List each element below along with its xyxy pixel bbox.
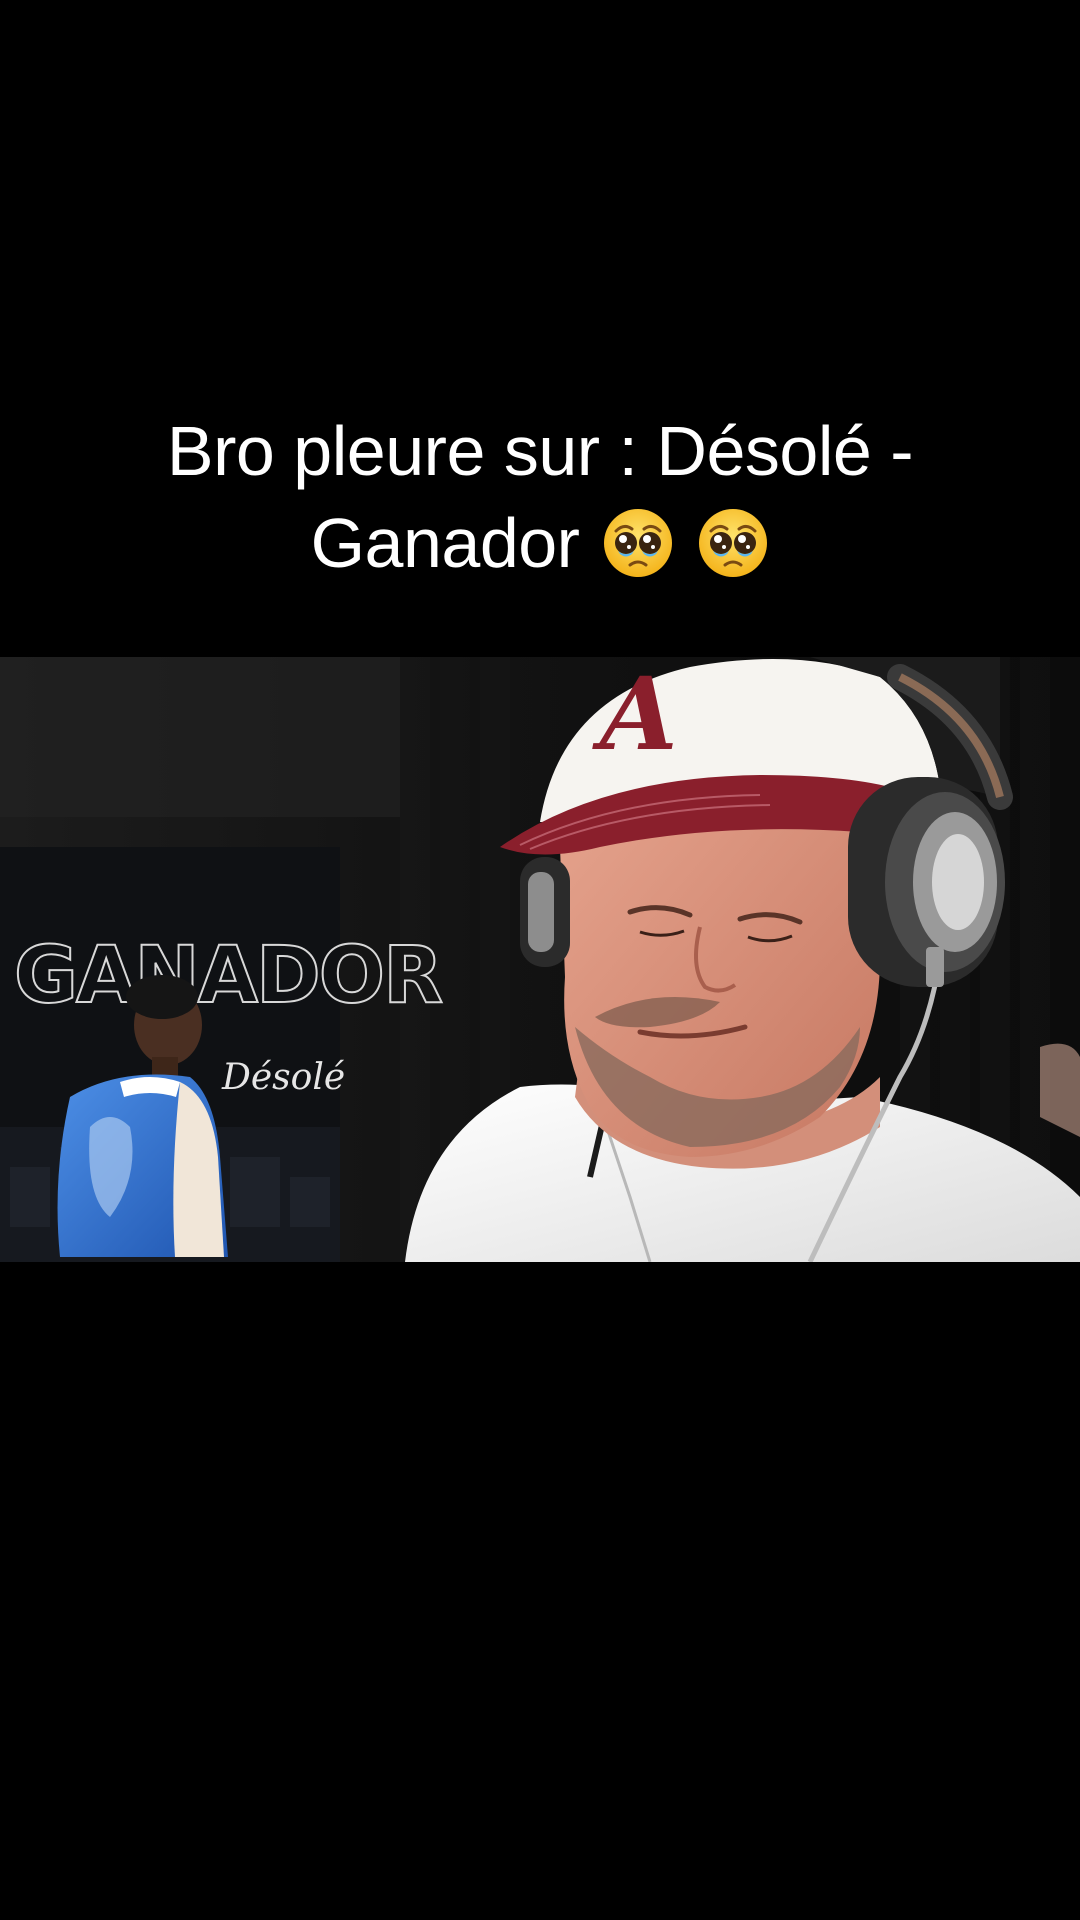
cover-art-title: GANADOR [14, 931, 442, 1021]
caption-line-2: Ganador [40, 497, 1040, 589]
video-frame[interactable]: GANADOR Désolé A [0, 657, 1080, 1262]
cap-logo: A [592, 657, 678, 773]
caption-line-1: Bro pleure sur : Désolé - [166, 412, 914, 490]
caption-line-2-text: Ganador [310, 504, 580, 582]
acoustic-panel [0, 657, 400, 817]
pleading-face-emoji-icon [604, 509, 673, 577]
cover-art-script: Désolé [221, 1057, 345, 1098]
video-caption: Bro pleure sur : Désolé - Ganador [40, 405, 1040, 589]
pleading-face-emoji-icon [699, 509, 768, 577]
video-scene: GANADOR Désolé A [0, 657, 1080, 1262]
